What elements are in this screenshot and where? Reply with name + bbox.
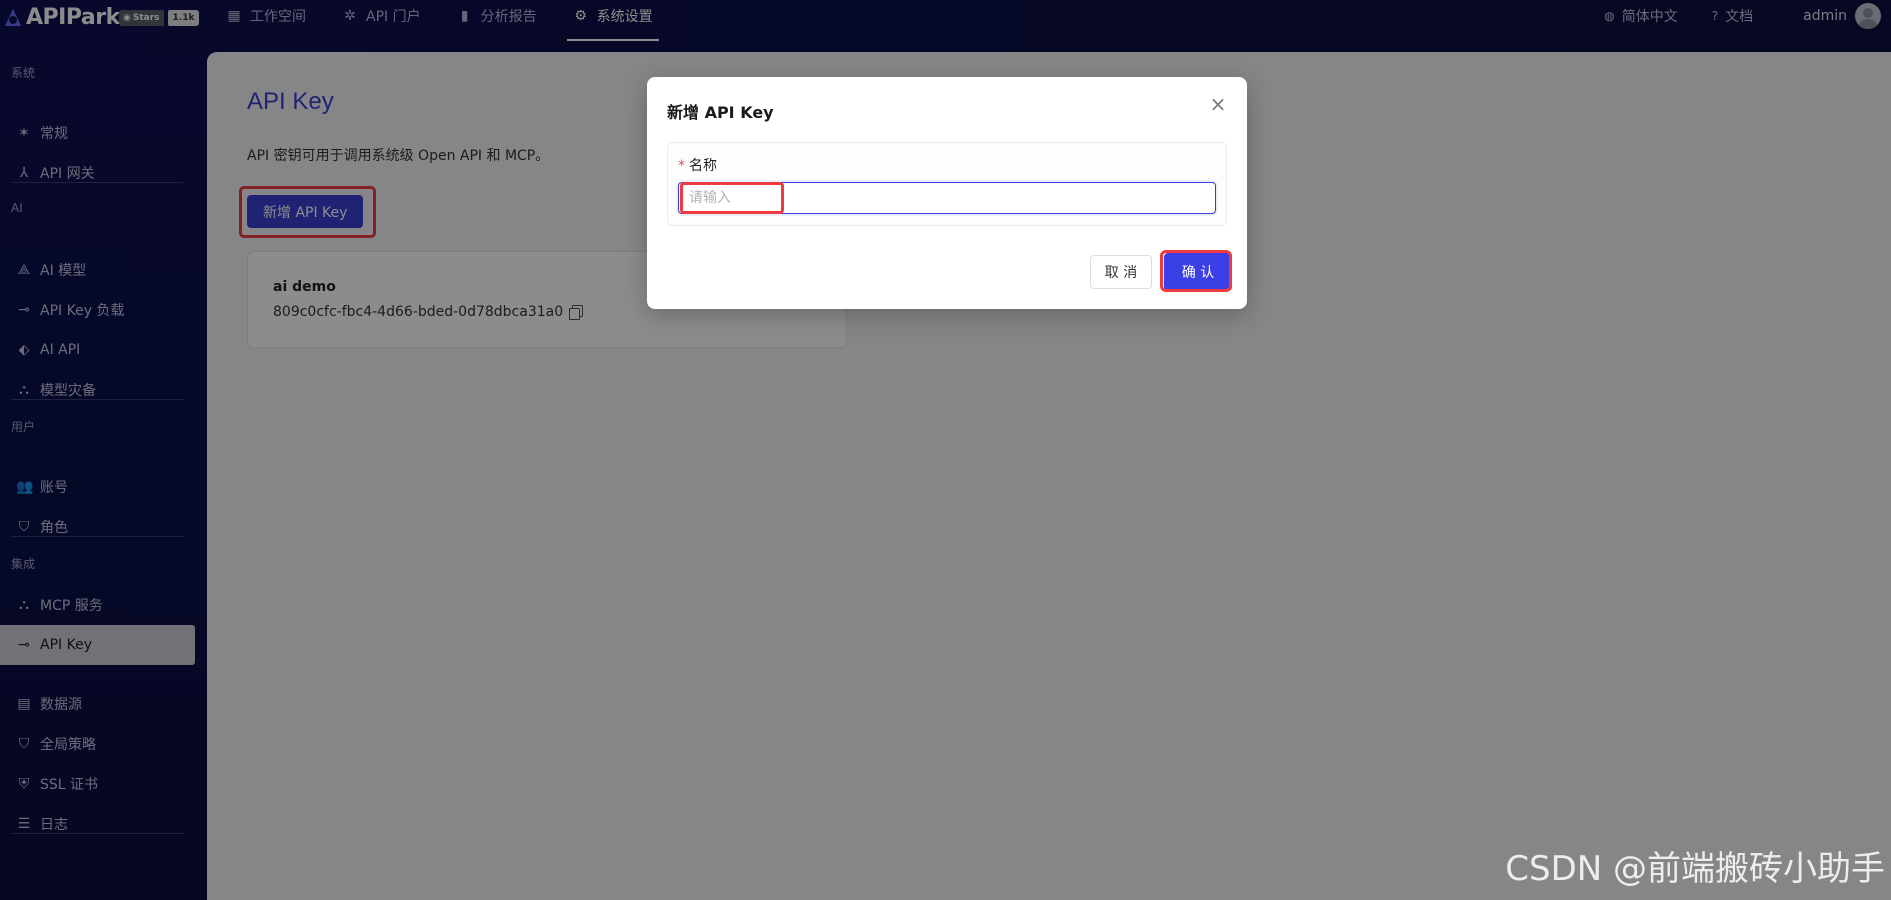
highlight-box (1160, 250, 1232, 292)
close-icon[interactable]: × (1209, 94, 1227, 114)
watermark: CSDN @前端搬砖小助手 (1505, 849, 1885, 889)
required-marker: * (678, 158, 685, 174)
name-field-label-text: 名称 (689, 158, 717, 174)
modal-title: 新增 API Key (667, 103, 774, 122)
highlight-box (680, 182, 784, 214)
name-field-label: * 名称 (678, 155, 717, 175)
cancel-button[interactable]: 取 消 (1090, 255, 1152, 289)
